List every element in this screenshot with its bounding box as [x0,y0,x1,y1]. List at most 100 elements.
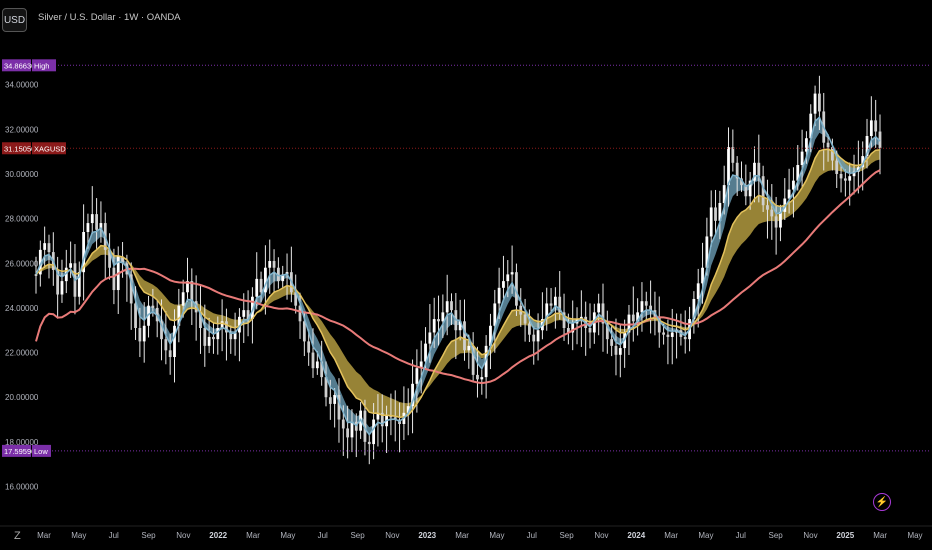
x-tick-label: May [907,531,922,540]
y-tick-label: 16.00000 [5,483,39,492]
candle-body [216,328,220,340]
candle-body [259,278,263,293]
x-tick-label: Sep [769,531,784,540]
currency-button[interactable]: USD [2,8,27,32]
candle-body [510,272,514,275]
candle-body [333,394,337,404]
y-tick-label: 24.00000 [5,304,39,313]
price-chart[interactable]: 16.0000018.0000020.0000022.0000024.00000… [0,0,932,550]
candle-body [95,214,98,230]
x-tick-label: Sep [141,531,156,540]
candle-body [835,160,839,174]
x-tick-label: May [698,531,713,540]
timezone-icon[interactable]: Z [14,530,21,542]
candle-body [367,441,371,445]
candle-body [497,287,501,304]
candle-body [181,292,185,306]
candle-body [588,328,592,333]
candle-body [346,428,350,438]
candle-body [43,243,47,250]
price-candles [34,75,882,465]
candle-body [476,374,479,380]
price-marker-value: 34.86630 [4,61,35,70]
price-marker-label: XAGUSD [34,144,66,153]
candle-body [597,303,601,313]
candle-body [813,93,817,114]
candle-body [553,296,557,306]
candle-body [614,345,618,355]
candle-body [164,339,168,351]
candle-body [666,334,670,337]
x-tick-label: 2024 [627,531,645,540]
candle-body [480,377,484,380]
candle-body [770,209,774,217]
y-tick-label: 28.00000 [5,215,39,224]
x-tick-label: Nov [385,531,399,540]
price-marker-value: 31.15050 [4,144,35,153]
x-tick-label: Jul [318,531,328,540]
candle-body [350,421,354,438]
candle-body [818,93,821,112]
candle-body [532,334,536,342]
x-tick-label: Nov [176,531,190,540]
x-tick-label: Nov [803,531,817,540]
x-tick-label: Sep [350,531,365,540]
candle-body [874,120,878,132]
candle-body [255,278,259,297]
y-tick-label: 20.00000 [5,393,39,402]
candle-body [640,301,644,313]
y-tick-label: 32.00000 [5,125,39,134]
candle-body [644,301,648,306]
candle-body [437,319,440,322]
candle-body [848,176,852,181]
candle-body [142,325,146,342]
candle-body [151,305,155,308]
y-tick-label: 22.00000 [5,349,39,358]
x-tick-label: Mar [664,531,678,540]
candle-body [843,178,847,181]
time-axis[interactable]: Mar May Jul Sep Nov 2022 Mar May Jul Sep Nov 2023 Ma… [37,531,922,540]
candle-body [138,328,142,342]
candle-body [450,301,453,311]
candle-body [467,345,471,351]
candle-body [311,352,315,369]
x-tick-label: Nov [594,531,608,540]
candle-body [631,314,635,322]
candle-body [506,274,510,282]
x-tick-label: Jul [736,531,746,540]
candle-body [212,336,215,340]
candle-body [432,319,436,333]
candle-body [242,310,246,317]
candle-body [869,120,873,136]
candle-body [90,214,94,224]
lightning-icon[interactable]: ⚡ [873,493,891,511]
candle-body [302,321,306,342]
candle-body [757,162,761,177]
x-tick-label: May [280,531,295,540]
x-tick-label: May [71,531,86,540]
x-tick-label: 2025 [836,531,854,540]
candle-body [805,138,808,152]
candle-body [766,205,769,210]
candle-body [307,341,311,353]
x-tick-label: Mar [455,531,469,540]
price-markers: 34.86630High 31.15050XAGUSD 17.59590Low [2,59,930,457]
x-tick-label: Mar [246,531,260,540]
x-tick-label: Mar [873,531,887,540]
candle-body [47,243,51,253]
x-tick-label: Mar [37,531,51,540]
candle-body [328,397,332,404]
candle-body [34,274,38,276]
candle-body [774,216,778,228]
candle-body [112,267,116,291]
x-tick-label: Jul [527,531,537,540]
candle-body [134,303,137,328]
price-marker-label: Low [34,447,48,456]
price-marker-value: 17.59590 [4,447,35,456]
x-tick-label: Jul [109,531,119,540]
candle-body [168,350,172,358]
candle-body [839,173,843,179]
candle-body [696,283,700,299]
candle-body [86,223,90,232]
x-tick-label: 2023 [418,531,436,540]
